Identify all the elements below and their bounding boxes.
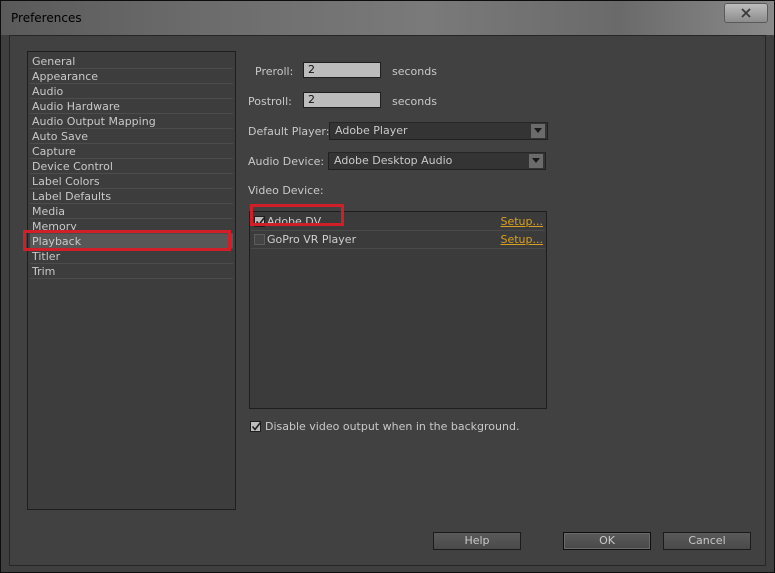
category-item-audio-output-mapping[interactable]: Audio Output Mapping (30, 114, 233, 129)
video-device-row-gopro-vr[interactable]: GoPro VR Player Setup... (251, 231, 545, 249)
preroll-seconds-label: seconds (392, 65, 437, 78)
postroll-label: Postroll: (248, 95, 292, 108)
category-item-trim[interactable]: Trim (30, 264, 233, 279)
ok-button[interactable]: OK (563, 532, 651, 550)
close-icon (741, 8, 751, 18)
cancel-button[interactable]: Cancel (663, 532, 751, 550)
category-item-audio-hardware[interactable]: Audio Hardware (30, 99, 233, 114)
category-item-label-colors[interactable]: Label Colors (30, 174, 233, 189)
disable-background-label: Disable video output when in the backgro… (265, 420, 520, 433)
video-device-list: Adobe DV Setup... GoPro VR Player Setup.… (249, 211, 547, 409)
video-device-label: Video Device: (248, 184, 324, 197)
category-list[interactable]: General Appearance Audio Audio Hardware … (23, 51, 236, 510)
chevron-down-icon[interactable] (531, 124, 545, 138)
window-title: Preferences (11, 11, 82, 25)
category-item-appearance[interactable]: Appearance (30, 69, 233, 84)
close-button[interactable] (724, 3, 768, 23)
preferences-client-area: General Appearance Audio Audio Hardware … (9, 35, 766, 566)
category-item-media[interactable]: Media (30, 204, 233, 219)
category-item-titler[interactable]: Titler (30, 249, 233, 264)
category-item-playback[interactable]: Playback (23, 230, 233, 251)
default-player-label: Default Player: (248, 125, 330, 138)
postroll-input[interactable]: 2 (303, 92, 381, 108)
default-player-value: Adobe Player (335, 124, 408, 137)
category-item-audio[interactable]: Audio (30, 84, 233, 99)
category-item-auto-save[interactable]: Auto Save (30, 129, 233, 144)
gopro-vr-label: GoPro VR Player (267, 233, 357, 246)
category-item-device-control[interactable]: Device Control (30, 159, 233, 174)
help-button[interactable]: Help (433, 532, 521, 550)
postroll-seconds-label: seconds (392, 95, 437, 108)
preferences-window: Preferences General Appearance Audio Aud… (0, 0, 775, 573)
disable-background-checkbox[interactable] (250, 421, 262, 432)
adobe-dv-setup-link[interactable]: Setup... (500, 215, 543, 228)
preroll-label: Preroll: (255, 65, 294, 78)
audio-device-label: Audio Device: (248, 155, 325, 168)
category-item-general[interactable]: General (30, 54, 233, 69)
adobe-dv-highlight (250, 204, 344, 226)
preroll-input[interactable]: 2 (303, 62, 381, 78)
default-player-dropdown[interactable]: Adobe Player (329, 122, 548, 140)
audio-device-dropdown[interactable]: Adobe Desktop Audio (328, 152, 546, 170)
category-item-capture[interactable]: Capture (30, 144, 233, 159)
title-bar[interactable]: Preferences (1, 1, 774, 35)
audio-device-value: Adobe Desktop Audio (334, 154, 453, 167)
checkmark-icon (251, 422, 262, 431)
gopro-vr-setup-link[interactable]: Setup... (500, 233, 543, 246)
chevron-down-icon[interactable] (529, 154, 543, 168)
category-item-label-defaults[interactable]: Label Defaults (30, 189, 233, 204)
gopro-vr-checkbox[interactable] (254, 234, 265, 245)
